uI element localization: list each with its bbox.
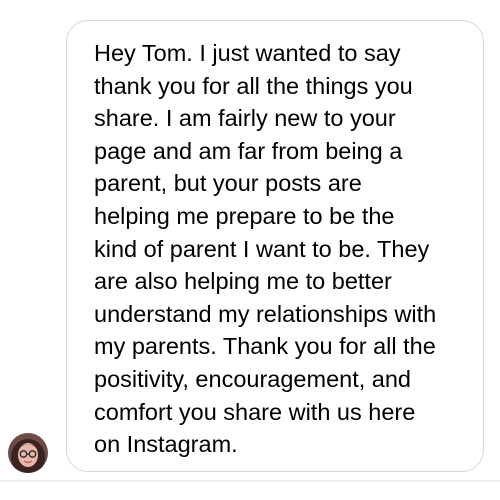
message-line: Hey Tom. I just wanted to say <box>94 40 401 66</box>
message-line: on Instagram. <box>94 431 238 458</box>
message-line: share. I am fairly new to your <box>94 105 396 132</box>
sender-avatar[interactable] <box>8 433 48 473</box>
message-line: positivity, encouragement, and <box>94 365 411 392</box>
message-line: page and am far from being a <box>94 137 403 164</box>
message-line: thank you for all the things you <box>94 72 413 99</box>
message-line: understand my relationships with <box>94 300 437 327</box>
message-line: my parents. Thank you for all the <box>94 333 436 360</box>
message-line: kind of parent I want to be. They <box>94 235 430 262</box>
message-line: comfort you share with us here <box>94 398 416 425</box>
message-line: parent, but your posts are <box>94 170 362 197</box>
message-line: helping me prepare to be the <box>94 202 395 229</box>
bottom-divider <box>0 480 500 482</box>
message-bubble[interactable]: Hey Tom. I just wanted to say thank you … <box>66 20 484 472</box>
message-line: are also helping me to better <box>94 268 392 295</box>
direct-message-view: Hey Tom. I just wanted to say thank you … <box>0 0 500 500</box>
avatar-photo-icon <box>8 433 48 473</box>
